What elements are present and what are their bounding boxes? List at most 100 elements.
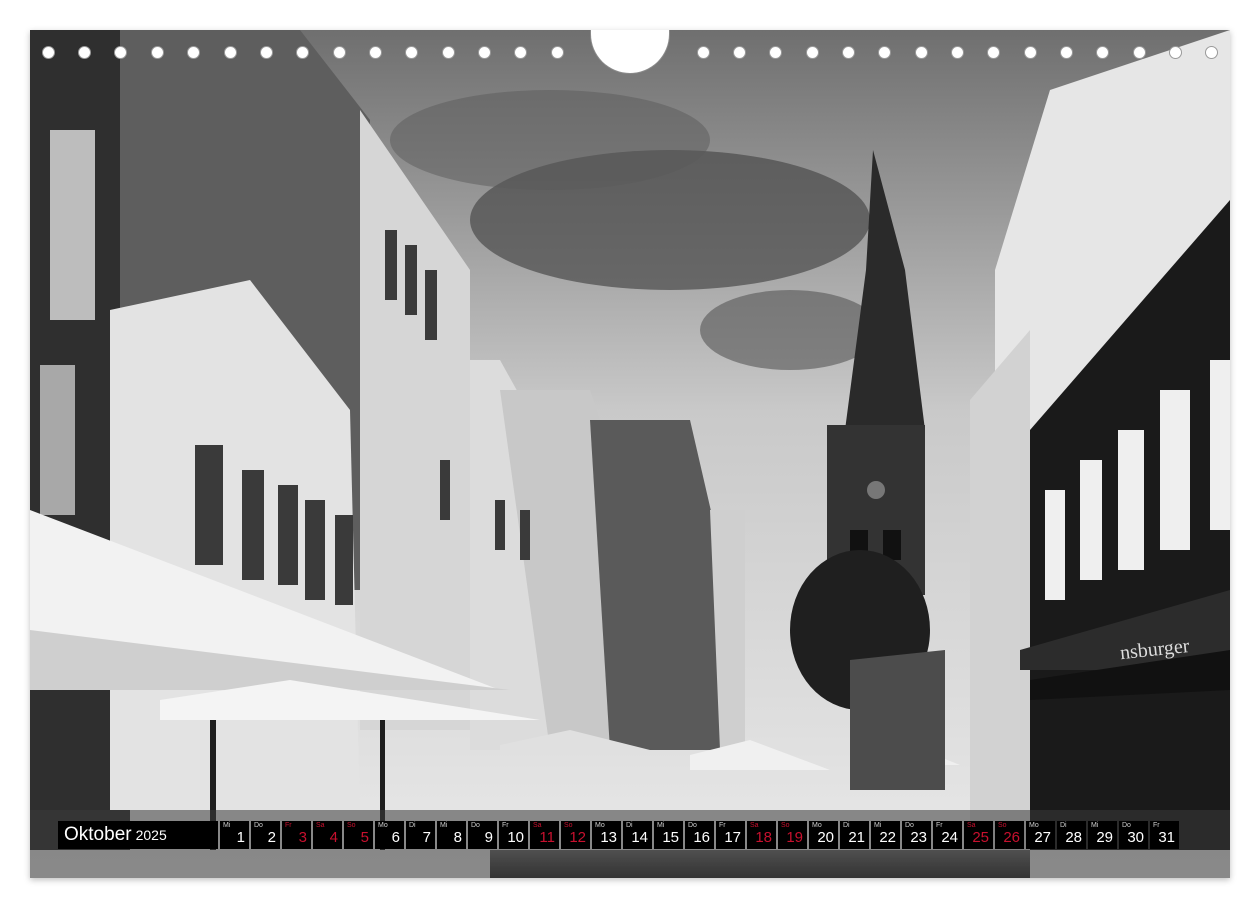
day-number: 18 [755, 829, 772, 846]
day-cell: Do 2 [251, 821, 280, 849]
weekday-label: Mi [1091, 822, 1099, 829]
weekday-label: Mo [378, 822, 388, 829]
weekday-label: So [564, 822, 573, 829]
day-number: 21 [848, 829, 865, 846]
day-cell: Sa 25 [964, 821, 993, 849]
weekday-label: So [998, 822, 1007, 829]
day-cell: Mi 8 [437, 821, 466, 849]
day-cell: Mo 20 [809, 821, 838, 849]
day-number: 10 [507, 829, 524, 846]
weekday-label: Do [1122, 822, 1131, 829]
month-label: Oktober 2025 [58, 821, 218, 849]
day-cell: Do 23 [902, 821, 931, 849]
weekday-label: Fr [285, 822, 292, 829]
day-number: 30 [1127, 829, 1144, 846]
day-number: 22 [879, 829, 896, 846]
weekday-label: Fr [1153, 822, 1160, 829]
day-number: 31 [1158, 829, 1175, 846]
day-number: 15 [662, 829, 679, 846]
street-illustration: nsburger [30, 30, 1230, 878]
day-number: 8 [453, 829, 462, 846]
weekday-label: Fr [502, 822, 509, 829]
day-number: 1 [236, 829, 245, 846]
weekday-label: Sa [533, 822, 542, 829]
day-number: 28 [1065, 829, 1082, 846]
weekday-label: Do [688, 822, 697, 829]
day-cell: So 5 [344, 821, 373, 849]
weekday-label: So [781, 822, 790, 829]
day-number: 3 [298, 829, 307, 846]
day-cell: Di 28 [1057, 821, 1086, 849]
weekday-label: Mo [812, 822, 822, 829]
weekday-label: Mo [595, 822, 605, 829]
weekday-label: Di [409, 822, 416, 829]
weekday-label: Fr [936, 822, 943, 829]
day-cell: Fr 3 [282, 821, 311, 849]
day-number: 16 [693, 829, 710, 846]
weekday-label: Mi [440, 822, 448, 829]
day-cell: Sa 11 [530, 821, 559, 849]
day-number: 9 [484, 829, 493, 846]
weekday-label: Sa [967, 822, 976, 829]
day-cell: Fr 10 [499, 821, 528, 849]
day-cell: Fr 31 [1150, 821, 1179, 849]
weekday-label: Do [905, 822, 914, 829]
weekday-label: Sa [316, 822, 325, 829]
day-number: 20 [817, 829, 834, 846]
day-number: 17 [724, 829, 741, 846]
day-number: 11 [539, 829, 555, 846]
day-cell: So 26 [995, 821, 1024, 849]
weekday-label: Di [1060, 822, 1067, 829]
weekday-label: Do [471, 822, 480, 829]
weekday-label: Mi [874, 822, 882, 829]
day-number: 29 [1096, 829, 1113, 846]
weekday-label: Di [843, 822, 850, 829]
day-number: 14 [631, 829, 648, 846]
weekday-label: Mi [657, 822, 665, 829]
street-photo: nsburger [30, 30, 1230, 878]
day-cell: Do 9 [468, 821, 497, 849]
day-number: 24 [941, 829, 958, 846]
day-cell: Sa 4 [313, 821, 342, 849]
day-cell: Fr 17 [716, 821, 745, 849]
day-cell: So 19 [778, 821, 807, 849]
weekday-label: Fr [719, 822, 726, 829]
day-number: 2 [267, 829, 276, 846]
day-cell: Mi 1 [220, 821, 249, 849]
day-number: 19 [786, 829, 803, 846]
weekday-label: Di [626, 822, 633, 829]
month-name: Oktober [64, 824, 132, 845]
days-row: Mi 1 Do 2 Fr 3 Sa 4 So 5 Mo 6 Di 7 Mi 8 Do 9 Fr 10 Sa 11 So 12 M… [220, 821, 1181, 849]
day-cell: Fr 24 [933, 821, 962, 849]
weekday-label: Mi [223, 822, 231, 829]
weekday-label: So [347, 822, 356, 829]
day-cell: Mo 13 [592, 821, 621, 849]
day-cell: Di 14 [623, 821, 652, 849]
day-cell: Do 30 [1119, 821, 1148, 849]
day-number: 27 [1034, 829, 1051, 846]
day-number: 6 [391, 829, 400, 846]
weekday-label: Sa [750, 822, 759, 829]
day-cell: Mi 15 [654, 821, 683, 849]
day-number: 5 [360, 829, 369, 846]
day-number: 4 [329, 829, 338, 846]
day-cell: Sa 18 [747, 821, 776, 849]
day-number: 26 [1003, 829, 1020, 846]
day-cell: Mi 29 [1088, 821, 1117, 849]
day-cell: Di 21 [840, 821, 869, 849]
day-number: 7 [422, 829, 431, 846]
calendar-strip: Oktober 2025 Mi 1 Do 2 Fr 3 Sa 4 So 5 Mo 6 Di 7 Mi 8 Do 9… [58, 821, 1204, 849]
day-number: 25 [972, 829, 989, 846]
day-cell: Mo 27 [1026, 821, 1055, 849]
day-number: 12 [569, 829, 586, 846]
day-cell: So 12 [561, 821, 590, 849]
weekday-label: Mo [1029, 822, 1039, 829]
day-number: 23 [910, 829, 927, 846]
year-label: 2025 [135, 827, 167, 843]
day-cell: Di 7 [406, 821, 435, 849]
day-cell: Mo 6 [375, 821, 404, 849]
day-number: 13 [600, 829, 617, 846]
weekday-label: Do [254, 822, 263, 829]
day-cell: Mi 22 [871, 821, 900, 849]
day-cell: Do 16 [685, 821, 714, 849]
